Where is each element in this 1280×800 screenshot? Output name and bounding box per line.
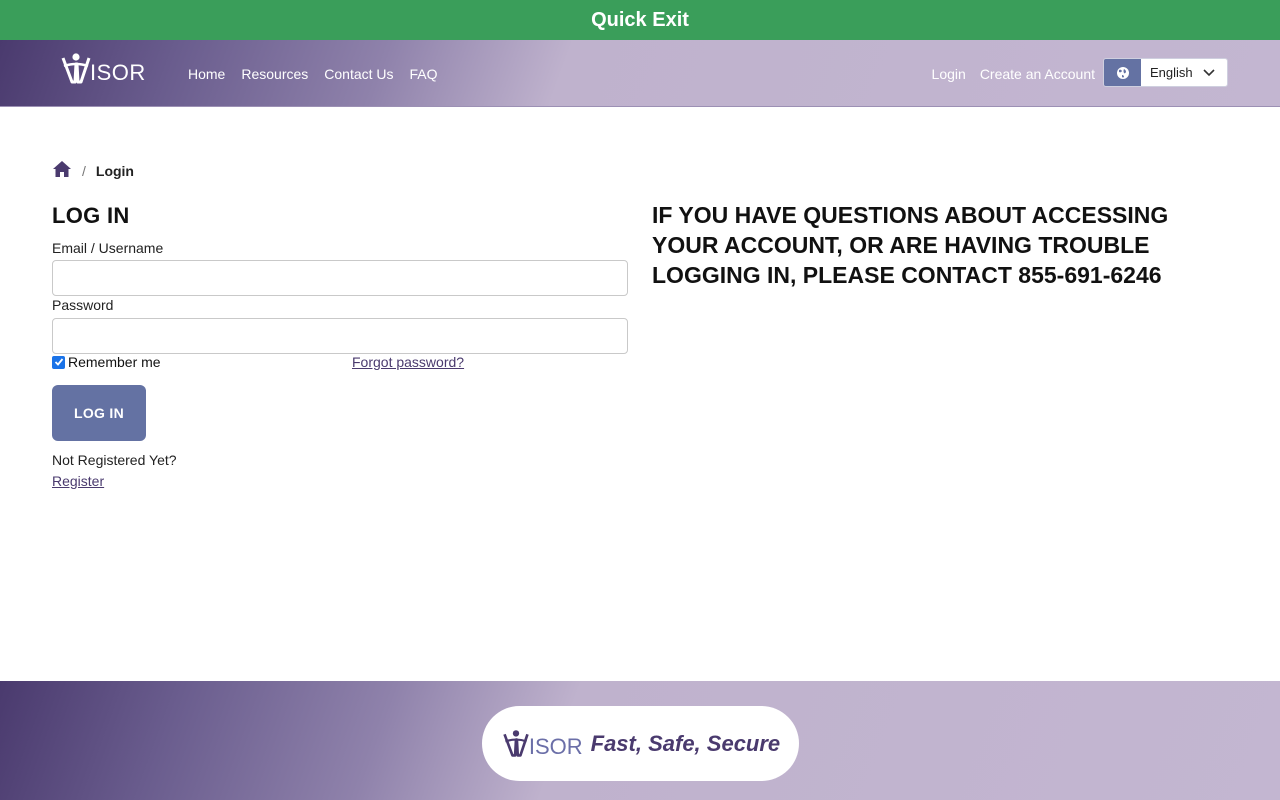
breadcrumb-separator: / xyxy=(82,162,86,179)
visor-v-logo-icon xyxy=(61,53,91,84)
nav-resources[interactable]: Resources xyxy=(241,66,308,82)
remember-me-checkbox[interactable] xyxy=(52,355,65,369)
register-link[interactable]: Register xyxy=(52,473,104,489)
not-registered-text: Not Registered Yet? xyxy=(52,452,177,468)
nav-faq[interactable]: FAQ xyxy=(410,66,438,82)
language-dropdown[interactable]: English xyxy=(1141,59,1227,86)
quick-exit-button[interactable]: Quick Exit xyxy=(0,0,1280,40)
remember-me: Remember me xyxy=(52,354,161,370)
nav-create-account[interactable]: Create an Account xyxy=(980,66,1095,82)
email-field[interactable] xyxy=(52,260,628,296)
breadcrumb: / Login xyxy=(52,160,134,181)
forgot-password-link[interactable]: Forgot password? xyxy=(352,354,464,370)
language-selector[interactable]: English xyxy=(1103,58,1228,87)
globe-icon xyxy=(1104,59,1141,86)
logo-text: ISOR xyxy=(90,60,146,85)
footer-tagline: Fast, Safe, Secure xyxy=(590,730,781,756)
remember-me-label: Remember me xyxy=(68,354,161,370)
email-label: Email / Username xyxy=(52,240,164,256)
site-logo[interactable]: ISOR xyxy=(60,52,146,86)
nav-contact-us[interactable]: Contact Us xyxy=(324,66,393,82)
home-icon[interactable] xyxy=(52,160,72,181)
main-nav: Home Resources Contact Us FAQ xyxy=(188,40,438,107)
chevron-down-icon xyxy=(1203,68,1215,76)
nav-home[interactable]: Home xyxy=(188,66,225,82)
breadcrumb-current: Login xyxy=(95,162,134,179)
footer-logo-text: ISOR xyxy=(528,733,583,759)
footer-logo: ISOR xyxy=(501,729,583,759)
password-label: Password xyxy=(52,297,114,313)
footer-badge: ISOR Fast, Safe, Secure xyxy=(482,706,799,781)
account-nav: Login Create an Account xyxy=(932,40,1095,107)
login-button[interactable]: LOG IN xyxy=(52,385,146,441)
language-selected: English xyxy=(1150,65,1193,80)
login-title: LOG IN xyxy=(52,203,130,228)
visor-v-logo-icon xyxy=(503,729,529,757)
nav-login[interactable]: Login xyxy=(932,66,966,82)
password-field[interactable] xyxy=(52,318,628,354)
footer: ISOR Fast, Safe, Secure xyxy=(0,681,1280,800)
top-navbar: ISOR Home Resources Contact Us FAQ Login… xyxy=(0,40,1280,107)
help-contact-text: IF YOU HAVE QUESTIONS ABOUT ACCESSING YO… xyxy=(652,202,1169,288)
